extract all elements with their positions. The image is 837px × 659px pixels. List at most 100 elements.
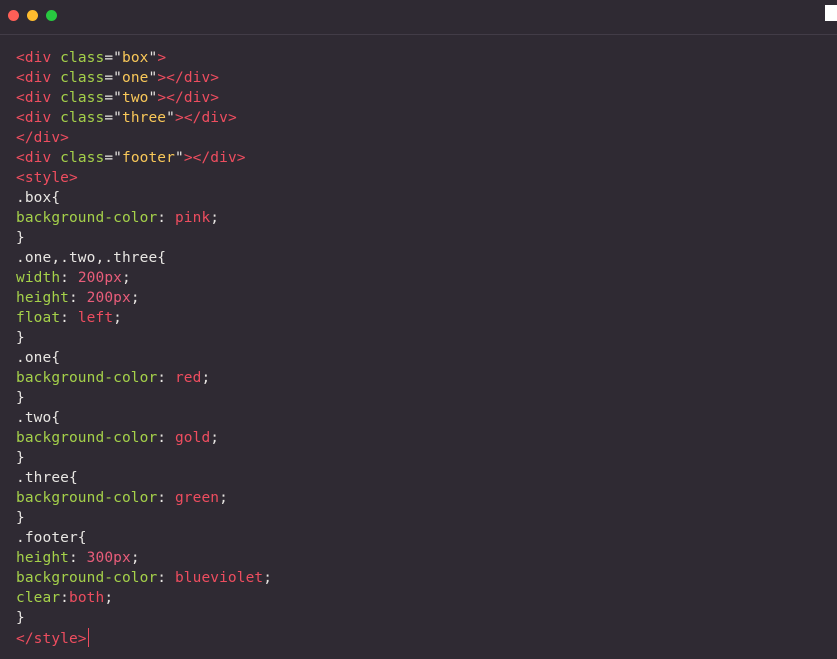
code-line: .two{ [16, 408, 816, 428]
code-line: height: 200px; [16, 288, 816, 308]
code-token-plain: : [157, 210, 175, 226]
code-token-plain: .three{ [16, 470, 78, 486]
code-token-plain: } [16, 610, 25, 626]
code-line: height: 300px; [16, 548, 816, 568]
minimize-window-icon[interactable] [27, 10, 38, 21]
code-line: float: left; [16, 308, 816, 328]
code-token-plain: : [157, 430, 175, 446]
code-token-attr: class [60, 90, 105, 106]
code-token-string: box [121, 50, 149, 66]
code-token-plain: : [60, 590, 69, 606]
code-token-attr: class [60, 70, 105, 86]
code-token-plain: =" [104, 110, 122, 126]
code-token-tag: <style> [16, 170, 78, 186]
code-token-attr: background-color [16, 430, 158, 446]
code-token-string: three [121, 110, 167, 126]
code-line: background-color: blueviolet; [16, 568, 816, 588]
code-token-plain: } [16, 230, 25, 246]
code-token-plain: ; [201, 370, 211, 386]
code-line: width: 200px; [16, 268, 816, 288]
code-token-attr: background-color [16, 490, 158, 506]
code-line: <div class="one"></div> [16, 68, 816, 88]
code-line: .one,.two,.three{ [16, 248, 816, 268]
code-line: <div class="three"></div> [16, 108, 816, 128]
code-token-plain: } [16, 450, 25, 466]
code-token-plain: : [68, 290, 87, 306]
code-token-tag: ></div> [157, 70, 220, 86]
code-line: <div class="footer"></div> [16, 148, 816, 168]
code-line: } [16, 448, 816, 468]
code-token-plain: } [16, 330, 25, 346]
code-token-plain: " [148, 90, 158, 106]
code-token-string: footer [121, 150, 175, 166]
code-token-tag: </div> [16, 130, 69, 146]
code-token-plain: =" [104, 150, 122, 166]
text-caret [87, 628, 89, 647]
code-token-attr: height [16, 550, 69, 566]
code-token-tag: <div [16, 70, 61, 86]
code-token-tag: <div [16, 90, 61, 106]
code-token-plain: ; [130, 290, 140, 306]
code-line: } [16, 608, 816, 628]
code-token-value: red [174, 370, 202, 386]
code-token-value: both [69, 590, 105, 606]
code-token-plain: ; [263, 570, 273, 586]
code-token-plain: : [157, 370, 175, 386]
code-token-plain: ; [130, 550, 140, 566]
code-token-plain: ; [210, 430, 220, 446]
code-line: } [16, 508, 816, 528]
code-token-tag: ></div> [157, 90, 220, 106]
code-token-plain: ; [219, 490, 228, 506]
code-line: } [16, 328, 816, 348]
code-token-plain: .one{ [16, 350, 61, 366]
code-token-plain: ; [104, 590, 114, 606]
code-line: .three{ [16, 468, 816, 488]
code-token-plain: =" [104, 70, 122, 86]
code-line: } [16, 388, 816, 408]
code-token-tag: </style> [16, 631, 87, 647]
code-token-number: 300px [86, 550, 131, 566]
close-window-icon[interactable] [8, 10, 19, 21]
code-token-plain: .two{ [16, 410, 61, 426]
code-token-plain: =" [104, 50, 122, 66]
code-line: </div> [16, 128, 816, 148]
code-token-value: pink [174, 210, 211, 226]
code-token-number: 200px [77, 270, 122, 286]
code-token-plain: } [16, 510, 25, 526]
code-editor[interactable]: <div class="box"> <div class="one"></div>… [16, 48, 816, 648]
code-token-plain: =" [104, 90, 122, 106]
code-token-attr: clear [16, 590, 61, 606]
code-token-attr: background-color [16, 370, 158, 386]
code-token-tag: ></div> [183, 150, 246, 166]
code-token-tag: > [157, 50, 167, 66]
code-token-tag: <div [16, 150, 61, 166]
code-token-attr: height [16, 290, 69, 306]
code-token-plain: ; [113, 310, 122, 326]
zoom-window-icon[interactable] [46, 10, 57, 21]
code-line: .one{ [16, 348, 816, 368]
code-token-plain: " [166, 110, 175, 126]
code-line: .box{ [16, 188, 816, 208]
code-token-value: left [77, 310, 114, 326]
code-token-plain: : [60, 310, 78, 326]
code-line: background-color: red; [16, 368, 816, 388]
window-titlebar [0, 0, 837, 35]
code-token-plain: .box{ [16, 190, 61, 206]
code-line: background-color: pink; [16, 208, 816, 228]
code-token-plain: " [148, 50, 158, 66]
code-token-plain: ; [210, 210, 220, 226]
code-token-attr: class [60, 150, 105, 166]
code-token-attr: class [60, 50, 105, 66]
code-token-value: blueviolet [174, 570, 264, 586]
code-line: background-color: gold; [16, 428, 816, 448]
code-line: clear:both; [16, 588, 816, 608]
code-token-plain: : [157, 570, 175, 586]
code-token-plain: : [157, 490, 175, 506]
code-token-attr: background-color [16, 570, 158, 586]
code-token-number: 200px [86, 290, 131, 306]
code-token-string: two [121, 90, 149, 106]
code-token-plain: : [68, 550, 87, 566]
code-token-plain: " [148, 70, 158, 86]
white-square-icon [825, 5, 837, 21]
code-token-attr: background-color [16, 210, 158, 226]
